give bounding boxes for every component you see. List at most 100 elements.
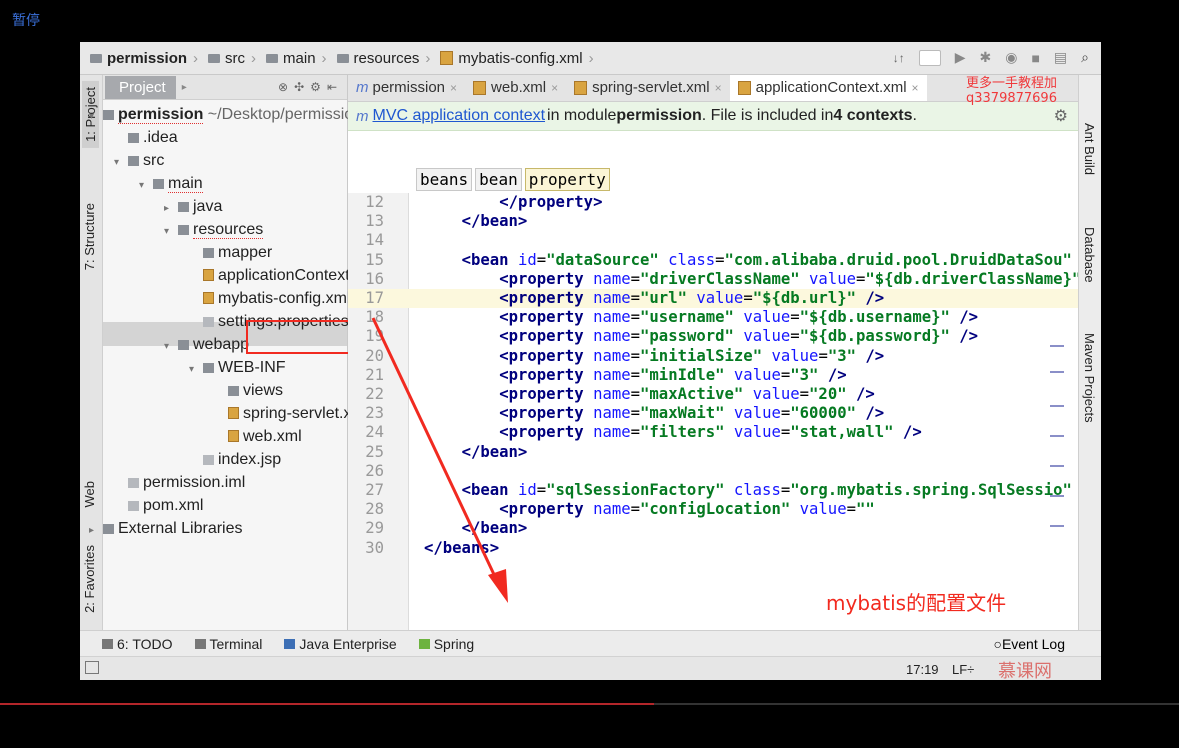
pause-label[interactable]: 暂停 (12, 10, 40, 30)
tree-item-label: main (168, 175, 203, 193)
tree-item-label: web.xml (243, 428, 302, 445)
nav-crumb-label: resources (353, 49, 420, 67)
tree-item-label: mapper (218, 244, 273, 261)
xml-file-icon (440, 51, 454, 65)
stop-icon[interactable]: ■ (1031, 50, 1039, 66)
logo-watermark: 慕课网 (998, 661, 1052, 680)
project-panel-header: Project ▸ ⊗✣⚙⇤ (103, 75, 347, 100)
caret-position[interactable]: 17:19 (906, 662, 939, 677)
toggle-tool-windows-icon[interactable] (85, 661, 99, 674)
tree-item[interactable]: ▾ WEB-INF (189, 357, 286, 379)
folder-icon (128, 156, 139, 166)
chevron-down-icon[interactable]: ▾ (164, 336, 178, 358)
tool-tab-database[interactable]: Database (1082, 227, 1097, 283)
nav-crumb[interactable]: mybatis-config.xml › (440, 49, 594, 67)
library-icon (103, 524, 114, 534)
todo-icon (102, 639, 113, 649)
collapse-icon[interactable]: ✣ (294, 80, 310, 94)
folder-icon (128, 133, 139, 143)
nav-crumb-label: main (283, 49, 316, 67)
project-panel-actions: ⊗✣⚙⇤ (278, 80, 343, 94)
tree-item[interactable]: ▾ main (139, 173, 203, 195)
event-log-button[interactable]: ○Event Log (993, 636, 1065, 652)
nav-crumb-label: src (225, 49, 246, 67)
tree-item[interactable]: pom.xml (114, 495, 203, 517)
folder-icon (203, 363, 214, 373)
tree-item[interactable]: ▾ webapp (164, 334, 249, 356)
project-view-tab[interactable]: Project (105, 75, 176, 99)
project-view-dropdown-icon[interactable]: ▸ (182, 82, 187, 93)
coverage-icon[interactable]: ◉ (1005, 49, 1017, 66)
tool-tab-ant-build[interactable]: Ant Build (1082, 123, 1097, 175)
bottom-tool-label: Terminal (209, 636, 263, 652)
tree-item[interactable]: mapper (189, 242, 272, 264)
tree-item-label: views (243, 382, 284, 399)
tree-item-label: java (193, 198, 223, 215)
tree-item[interactable]: views (214, 380, 283, 402)
tree-item[interactable]: .idea (114, 127, 178, 149)
tool-tab-web[interactable]: Web (82, 481, 97, 508)
chevron-down-icon[interactable]: ▾ (139, 175, 153, 197)
bottom-tool-label: 6: TODO (117, 636, 173, 652)
line-separator[interactable]: LF÷ (952, 662, 974, 677)
nav-crumb[interactable]: src › (208, 50, 256, 67)
hide-icon[interactable]: ⇤ (327, 80, 343, 94)
folder-icon (266, 53, 279, 63)
xml-file-icon (203, 292, 214, 304)
project-structure-icon[interactable]: ▤ (1054, 49, 1067, 66)
nav-crumb-label: mybatis-config.xml (458, 49, 583, 67)
chevron-down-icon[interactable]: ▾ (189, 359, 203, 381)
chevron-down-icon[interactable]: ▾ (114, 152, 128, 174)
nav-crumb[interactable]: permission › (90, 50, 198, 67)
tree-item[interactable]: ▾ src (114, 150, 164, 172)
bottom-tool--todo[interactable]: 6: TODO (102, 636, 173, 652)
chevron-down-icon[interactable]: ▾ (164, 221, 178, 243)
folder-icon (178, 225, 189, 235)
tree-item[interactable]: web.xml (214, 426, 302, 448)
status-bar: 17:19 LF÷ 慕课网 (80, 656, 1101, 680)
toolbar-actions: ↓↑ ▶ ✱ ◉ ■ ▤ ⌕ (893, 49, 1089, 66)
settings-icon[interactable]: ⚙ (310, 80, 327, 94)
scroll-from-source-icon[interactable]: ⊗ (278, 80, 294, 94)
tool-tab-maven[interactable]: Maven Projects (1082, 333, 1097, 423)
bottom-tool-spring[interactable]: Spring (418, 636, 475, 652)
tree-item[interactable]: mybatis-config.xml (189, 288, 350, 310)
tree-item-label: pom.xml (143, 497, 204, 514)
terminal-icon (194, 639, 206, 649)
tree-item[interactable]: ▾ permission ~/Desktop/permission (89, 104, 362, 126)
tree-item-label: permission.iml (143, 474, 246, 491)
tree-item[interactable]: ▾ resources (164, 219, 264, 243)
tree-item[interactable]: ▸ java (164, 196, 222, 218)
bottom-tool-java-enterprise[interactable]: Java Enterprise (284, 636, 397, 652)
debug-icon[interactable]: ✱ (980, 49, 992, 66)
bottom-tool-label: Spring (433, 636, 475, 652)
nav-crumb-label: permission (107, 49, 188, 67)
chevron-right-icon[interactable]: ▸ (89, 520, 103, 542)
jsp-file-icon (203, 455, 214, 465)
run-icon[interactable]: ▶ (955, 49, 966, 66)
spring-icon (418, 639, 430, 649)
tree-item[interactable]: permission.iml (114, 472, 245, 494)
tree-item[interactable]: spring-servlet.xml (214, 403, 368, 425)
left-tool-stripe: 1: Project 7: Structure Web 2: Favorites (80, 75, 103, 630)
search-icon[interactable]: ⌕ (1081, 49, 1089, 66)
xml-file-icon (228, 430, 239, 442)
sort-icon[interactable]: ↓↑ (893, 51, 905, 65)
tree-item-label: permission (118, 106, 204, 124)
chevron-right-icon[interactable]: ▸ (164, 198, 178, 220)
bottom-tool-terminal[interactable]: Terminal (194, 636, 263, 652)
video-progress-bar[interactable] (0, 703, 1179, 705)
nav-crumb[interactable]: main › (266, 50, 327, 67)
tool-tab-favorites[interactable]: 2: Favorites (82, 545, 97, 613)
tree-item-path: ~/Desktop/permission (203, 106, 363, 123)
run-config-dropdown[interactable] (918, 49, 941, 66)
chevron-right-icon: › (321, 49, 327, 67)
tree-item-label: src (143, 152, 165, 169)
tree-item[interactable]: index.jsp (189, 449, 281, 471)
tool-tab-structure[interactable]: 7: Structure (82, 203, 97, 270)
ide-window: permission › src › main › resources › mybatis-co… (80, 42, 1101, 680)
tree-item[interactable]: ▸ External Libraries (89, 518, 243, 540)
nav-crumb[interactable]: resources › (336, 49, 430, 67)
chevron-down-icon[interactable]: ▾ (89, 106, 103, 128)
properties-file-icon (203, 317, 214, 327)
